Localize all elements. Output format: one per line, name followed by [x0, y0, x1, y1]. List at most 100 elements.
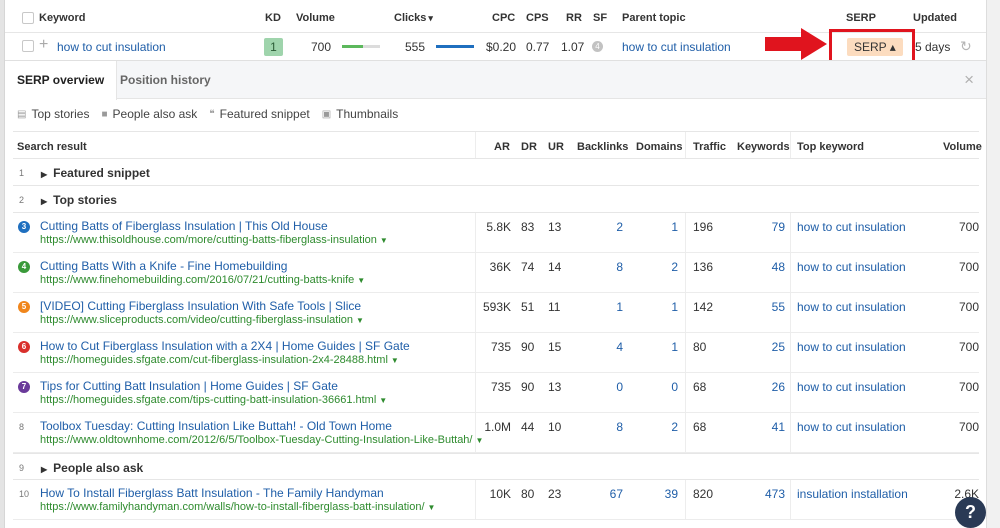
- section-featured-snippet[interactable]: 1 ▶ Featured snippet: [13, 159, 979, 186]
- result-row: 7 Tips for Cutting Batt Insulation | Hom…: [13, 373, 979, 413]
- col-domains[interactable]: Domains: [636, 141, 682, 153]
- section-people-also-ask[interactable]: 9 ▶ People also ask: [13, 453, 979, 480]
- result-title-link[interactable]: Cutting Batts With a Knife - Fine Homebu…: [40, 259, 287, 273]
- url-dropdown-icon[interactable]: ▼: [391, 356, 399, 365]
- serp-features-count-icon[interactable]: 4: [592, 41, 603, 52]
- ur-value: 13: [548, 220, 562, 234]
- result-url[interactable]: https://www.thisoldhouse.com/more/cuttin…: [40, 234, 388, 246]
- column-divider: [475, 373, 476, 412]
- tab-position-history[interactable]: Position history: [108, 61, 223, 100]
- result-url[interactable]: https://www.sliceproducts.com/video/cutt…: [40, 314, 364, 326]
- ur-value: 23: [548, 487, 562, 501]
- parent-topic-link[interactable]: how to cut insulation: [622, 40, 731, 54]
- domains-link[interactable]: 1: [671, 220, 678, 234]
- keywords-link[interactable]: 41: [772, 420, 785, 434]
- select-all-checkbox[interactable]: [22, 12, 34, 24]
- column-divider: [790, 293, 791, 332]
- domains-link[interactable]: 39: [665, 487, 678, 501]
- top-keyword-link[interactable]: insulation installation: [797, 487, 908, 501]
- col-volume[interactable]: Volume: [296, 12, 335, 24]
- backlinks-link[interactable]: 8: [616, 420, 623, 434]
- row-checkbox[interactable]: [22, 40, 34, 52]
- add-keyword-icon[interactable]: +: [39, 36, 48, 54]
- keywords-link[interactable]: 55: [772, 300, 785, 314]
- backlinks-link[interactable]: 67: [610, 487, 623, 501]
- col-cpc[interactable]: CPC: [492, 12, 515, 24]
- keywords-link[interactable]: 48: [772, 260, 785, 274]
- keywords-link[interactable]: 26: [772, 380, 785, 394]
- clicks-value: 555: [404, 40, 425, 54]
- col-keyword[interactable]: Keyword: [39, 12, 85, 24]
- featured-snippet-icon: ❝: [209, 108, 215, 120]
- url-dropdown-icon[interactable]: ▼: [476, 436, 484, 445]
- help-button[interactable]: ?: [955, 497, 986, 528]
- result-url[interactable]: https://homeguides.sfgate.com/cut-fiberg…: [40, 354, 399, 366]
- result-title-link[interactable]: How to Cut Fiberglass Insulation with a …: [40, 339, 410, 353]
- top-keyword-link[interactable]: how to cut insulation: [797, 420, 906, 434]
- result-title-link[interactable]: Toolbox Tuesday: Cutting Insulation Like…: [40, 419, 392, 433]
- top-keyword-link[interactable]: how to cut insulation: [797, 380, 906, 394]
- domains-link[interactable]: 1: [671, 300, 678, 314]
- col-cps[interactable]: CPS: [526, 12, 549, 24]
- refresh-icon[interactable]: ↻: [960, 38, 972, 55]
- position-badge: 5: [18, 301, 30, 313]
- volume-value: 700: [958, 260, 979, 274]
- backlinks-link[interactable]: 8: [616, 260, 623, 274]
- col-volume[interactable]: Volume: [943, 141, 982, 153]
- section-title: ▶ People also ask: [41, 461, 143, 475]
- dr-value: 90: [521, 340, 535, 354]
- col-backlinks[interactable]: Backlinks: [577, 141, 628, 153]
- backlinks-link[interactable]: 4: [616, 340, 623, 354]
- top-keyword-link[interactable]: how to cut insulation: [797, 340, 906, 354]
- domains-link[interactable]: 1: [671, 340, 678, 354]
- col-rr[interactable]: RR: [566, 12, 582, 24]
- result-url[interactable]: https://www.oldtownhome.com/2012/6/5/Too…: [40, 434, 483, 446]
- scrollbar[interactable]: [986, 0, 1000, 528]
- serp-results-table: Search result AR DR UR Backlinks Domains…: [13, 131, 982, 520]
- result-url[interactable]: https://www.familyhandyman.com/walls/how…: [40, 501, 435, 513]
- col-sf[interactable]: SF: [593, 12, 607, 24]
- backlinks-link[interactable]: 2: [616, 220, 623, 234]
- result-title-link[interactable]: [VIDEO] Cutting Fiberglass Insulation Wi…: [40, 299, 361, 313]
- url-dropdown-icon[interactable]: ▼: [379, 396, 387, 405]
- url-dropdown-icon[interactable]: ▼: [357, 276, 365, 285]
- top-keyword-link[interactable]: how to cut insulation: [797, 220, 906, 234]
- domains-link[interactable]: 0: [671, 380, 678, 394]
- col-ur[interactable]: UR: [548, 141, 564, 153]
- url-dropdown-icon[interactable]: ▼: [356, 316, 364, 325]
- top-keyword-link[interactable]: how to cut insulation: [797, 260, 906, 274]
- result-title-link[interactable]: How To Install Fiberglass Batt Insulatio…: [40, 486, 384, 500]
- position-badge: 3: [18, 221, 30, 233]
- section-top-stories[interactable]: 2 ▶ Top stories: [13, 186, 979, 213]
- keywords-link[interactable]: 473: [765, 487, 785, 501]
- close-icon[interactable]: ×: [964, 70, 974, 90]
- url-dropdown-icon[interactable]: ▼: [380, 236, 388, 245]
- domains-link[interactable]: 2: [671, 420, 678, 434]
- result-title-link[interactable]: Tips for Cutting Batt Insulation | Home …: [40, 379, 338, 393]
- result-url[interactable]: https://homeguides.sfgate.com/tips-cutti…: [40, 394, 387, 406]
- annotation-highlight-box: [829, 29, 915, 63]
- position-badge: 7: [18, 381, 30, 393]
- keywords-link[interactable]: 25: [772, 340, 785, 354]
- top-keyword-link[interactable]: how to cut insulation: [797, 300, 906, 314]
- col-ar[interactable]: AR: [494, 141, 510, 153]
- domains-link[interactable]: 2: [671, 260, 678, 274]
- backlinks-link[interactable]: 1: [616, 300, 623, 314]
- col-dr[interactable]: DR: [521, 141, 537, 153]
- col-kd[interactable]: KD: [265, 12, 281, 24]
- backlinks-link[interactable]: 0: [616, 380, 623, 394]
- result-url[interactable]: https://www.finehomebuilding.com/2016/07…: [40, 274, 365, 286]
- keyword-link[interactable]: how to cut insulation: [57, 40, 166, 54]
- col-updated[interactable]: Updated: [913, 12, 957, 24]
- col-traffic[interactable]: Traffic: [693, 141, 726, 153]
- col-top-keyword[interactable]: Top keyword: [797, 141, 864, 153]
- url-dropdown-icon[interactable]: ▼: [428, 503, 436, 512]
- tab-serp-overview[interactable]: SERP overview: [5, 61, 118, 100]
- col-clicks[interactable]: Clicks ▾: [394, 12, 433, 24]
- keywords-link[interactable]: 79: [772, 220, 785, 234]
- results-header: Search result AR DR UR Backlinks Domains…: [13, 131, 982, 159]
- url-text: https://www.thisoldhouse.com/more/cuttin…: [40, 234, 377, 246]
- result-title-link[interactable]: Cutting Batts of Fiberglass Insulation |…: [40, 219, 328, 233]
- col-keywords[interactable]: Keywords: [737, 141, 790, 153]
- col-parent-topic[interactable]: Parent topic: [622, 12, 686, 24]
